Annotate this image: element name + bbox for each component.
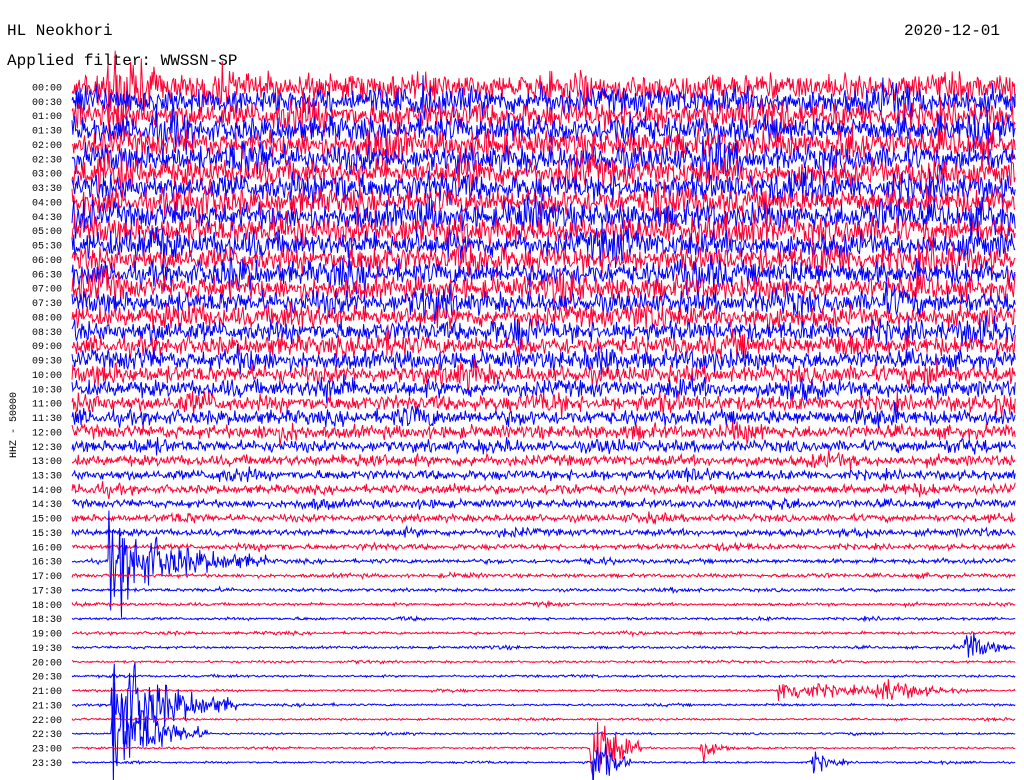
trace-row-1230 — [71, 437, 1016, 456]
row-label: 00:30 — [32, 98, 62, 109]
row-label: 06:30 — [32, 270, 62, 281]
trace-row-1400 — [71, 481, 1016, 500]
row-label: 01:00 — [32, 112, 62, 123]
trace-row-2000 — [72, 658, 1016, 665]
trace-row-1530 — [71, 524, 1016, 539]
trace-row-1830 — [71, 615, 1016, 623]
row-label: 12:00 — [32, 428, 62, 439]
row-label: 04:00 — [32, 199, 62, 210]
row-label: 02:00 — [32, 141, 62, 152]
row-label: 11:00 — [32, 400, 62, 411]
row-label: 14:30 — [32, 500, 62, 511]
row-label: 03:30 — [32, 184, 62, 195]
trace-row-1330 — [71, 466, 1016, 483]
trace-row-1430 — [71, 496, 1016, 512]
row-label: 15:00 — [32, 515, 62, 526]
row-label: 06:00 — [32, 256, 62, 267]
row-label: 20:00 — [32, 658, 62, 669]
trace-row-1130 — [71, 402, 1016, 430]
trace-row-1500 — [71, 511, 1016, 525]
trace-row-2300 — [71, 722, 1016, 776]
trace-row-1900 — [72, 629, 1016, 638]
row-label: 22:30 — [32, 730, 62, 741]
row-label: 09:00 — [32, 342, 62, 353]
trace-row-1630 — [71, 510, 1016, 618]
trace-row-2030 — [71, 673, 1016, 679]
trace-row-1930 — [71, 632, 1016, 658]
row-label: 19:00 — [32, 630, 62, 641]
row-label: 01:30 — [32, 127, 62, 138]
trace-group — [71, 50, 1016, 780]
helicorder-plot: 00:00 00:30 01:00 01:30 02:00 02:30 03:00 03:30… — [9, 50, 1016, 780]
channel-label: HHZ - 50000 — [9, 392, 20, 458]
row-label: 09:30 — [32, 357, 62, 368]
row-label: 00:00 — [32, 84, 62, 95]
row-label: 19:30 — [32, 644, 62, 655]
row-label: 18:00 — [32, 601, 62, 612]
row-label: 16:00 — [32, 543, 62, 554]
trace-row-1300 — [71, 449, 1016, 471]
row-label: 05:00 — [32, 227, 62, 238]
row-label: 21:00 — [32, 687, 62, 698]
row-label: 15:30 — [32, 529, 62, 540]
trace-row-2200 — [71, 716, 1016, 723]
row-label: 23:30 — [32, 759, 62, 770]
row-label: 14:00 — [32, 486, 62, 497]
row-label: 23:00 — [32, 745, 62, 756]
row-label: 22:00 — [32, 716, 62, 727]
row-label: 07:30 — [32, 299, 62, 310]
row-label: 13:30 — [32, 472, 62, 483]
row-label: 13:00 — [32, 457, 62, 468]
trace-row-1800 — [71, 599, 1016, 609]
row-label: 11:30 — [32, 414, 62, 425]
row-label: 07:00 — [32, 285, 62, 296]
row-label: 05:30 — [32, 242, 62, 253]
trace-row-1730 — [71, 585, 1016, 595]
row-label: 12:30 — [32, 443, 62, 454]
row-label: 16:30 — [32, 558, 62, 569]
row-label: 03:00 — [32, 170, 62, 181]
trace-row-1700 — [71, 571, 1016, 580]
trace-row-2330 — [71, 743, 1016, 780]
row-label: 21:30 — [32, 701, 62, 712]
row-label: 17:30 — [32, 587, 62, 598]
row-label: 17:00 — [32, 572, 62, 583]
row-label: 08:30 — [32, 328, 62, 339]
row-label: 08:00 — [32, 313, 62, 324]
row-label: 10:30 — [32, 385, 62, 396]
row-label: 20:30 — [32, 673, 62, 684]
trace-row-0000 — [71, 50, 1016, 132]
row-label: 04:30 — [32, 213, 62, 224]
row-label: 10:00 — [32, 371, 62, 382]
seismogram-page: HL Neokhori 2020-12-01 Applied filter: W… — [0, 0, 1024, 780]
trace-row-1600 — [71, 541, 1016, 553]
row-label: 18:30 — [32, 615, 62, 626]
row-label: 02:30 — [32, 155, 62, 166]
